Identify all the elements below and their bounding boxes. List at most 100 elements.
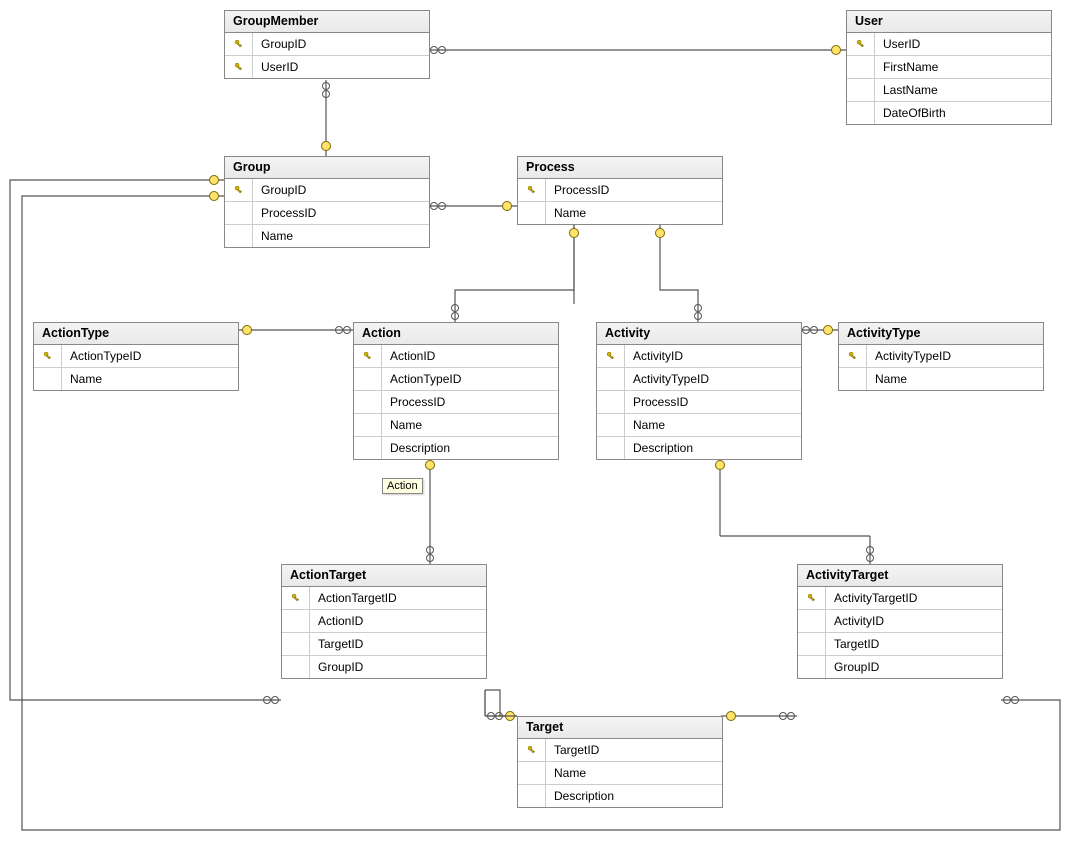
column-row[interactable]: GroupID xyxy=(798,656,1002,678)
column-row[interactable]: TargetID xyxy=(518,739,722,762)
entity-group[interactable]: GroupGroupID ProcessID Name xyxy=(224,156,430,248)
entity-title[interactable]: ActivityType xyxy=(839,323,1043,345)
entity-title[interactable]: Group xyxy=(225,157,429,179)
key-cell-empty xyxy=(225,202,253,224)
key-cell-empty xyxy=(282,633,310,655)
column-row[interactable]: DateOfBirth xyxy=(847,102,1051,124)
column-row[interactable]: FirstName xyxy=(847,56,1051,79)
key-cell-empty xyxy=(839,368,867,390)
entity-title[interactable]: ActivityTarget xyxy=(798,565,1002,587)
column-row[interactable]: Name xyxy=(225,225,429,247)
column-name: ActivityID xyxy=(625,349,683,363)
column-row[interactable]: ProcessID xyxy=(354,391,558,414)
column-name: Description xyxy=(382,441,450,455)
column-name: ActionTargetID xyxy=(310,591,397,605)
column-row[interactable]: Description xyxy=(597,437,801,459)
column-row[interactable]: GroupID xyxy=(225,33,429,56)
entity-actiontype[interactable]: ActionTypeActionTypeIDName xyxy=(33,322,239,391)
er-diagram-canvas[interactable]: Action GroupMemberGroupIDUserIDUserUserI… xyxy=(0,0,1092,845)
column-name: ProcessID xyxy=(625,395,688,409)
key-cell-empty xyxy=(282,656,310,678)
key-cell-empty xyxy=(225,225,253,247)
column-row[interactable]: ActivityTargetID xyxy=(798,587,1002,610)
column-name: ProcessID xyxy=(253,206,316,220)
key-cell-empty xyxy=(354,437,382,459)
key-cell-empty xyxy=(798,610,826,632)
key-cell-empty xyxy=(597,368,625,390)
key-cell-empty xyxy=(597,414,625,436)
entity-process[interactable]: ProcessProcessID Name xyxy=(517,156,723,225)
key-cell-empty xyxy=(354,414,382,436)
entity-activitytype[interactable]: ActivityTypeActivityTypeIDName xyxy=(838,322,1044,391)
column-row[interactable]: GroupID xyxy=(225,179,429,202)
column-row[interactable]: ProcessID xyxy=(225,202,429,225)
entity-activitytarget[interactable]: ActivityTarget ActivityTargetID ActivityID… xyxy=(797,564,1003,679)
entity-title[interactable]: ActionType xyxy=(34,323,238,345)
column-row[interactable]: ActionTargetID xyxy=(282,587,486,610)
entity-title[interactable]: GroupMember xyxy=(225,11,429,33)
column-row[interactable]: GroupID xyxy=(282,656,486,678)
column-row[interactable]: Description xyxy=(518,785,722,807)
key-cell-empty xyxy=(847,79,875,101)
column-name: TargetID xyxy=(826,637,879,651)
column-row[interactable]: ActivityID xyxy=(597,345,801,368)
key-cell-empty xyxy=(798,656,826,678)
column-row[interactable]: ActionID xyxy=(354,345,558,368)
column-row[interactable]: Name xyxy=(354,414,558,437)
primary-key-icon xyxy=(225,179,253,201)
key-cell-empty xyxy=(518,762,546,784)
entity-actiontarget[interactable]: ActionTarget ActionTargetID ActionID Target… xyxy=(281,564,487,679)
entity-groupmember[interactable]: GroupMemberGroupID UserID xyxy=(224,10,430,79)
column-name: TargetID xyxy=(310,637,363,651)
entity-title[interactable]: Action xyxy=(354,323,558,345)
entity-title[interactable]: Target xyxy=(518,717,722,739)
primary-key-icon xyxy=(839,345,867,367)
primary-key-icon xyxy=(225,56,253,78)
column-row[interactable]: Name xyxy=(839,368,1043,390)
column-row[interactable]: Name xyxy=(597,414,801,437)
column-name: ActivityTargetID xyxy=(826,591,917,605)
column-row[interactable]: ActionTypeID xyxy=(34,345,238,368)
column-name: ActionID xyxy=(310,614,363,628)
entity-user[interactable]: User UserID FirstNameLastName DateOfBirth xyxy=(846,10,1052,125)
primary-key-icon xyxy=(847,33,875,55)
column-name: UserID xyxy=(253,60,298,74)
column-name: DateOfBirth xyxy=(875,106,946,120)
column-name: UserID xyxy=(875,37,920,51)
key-cell-empty xyxy=(798,633,826,655)
column-row[interactable]: UserID xyxy=(225,56,429,78)
column-name: Name xyxy=(382,418,422,432)
column-row[interactable]: Description xyxy=(354,437,558,459)
column-name: ActivityTypeID xyxy=(625,372,709,386)
column-row[interactable]: ActionTypeID xyxy=(354,368,558,391)
column-row[interactable]: ProcessID xyxy=(597,391,801,414)
column-name: ProcessID xyxy=(382,395,445,409)
column-row[interactable]: TargetID xyxy=(798,633,1002,656)
entity-activity[interactable]: Activity ActivityID ActivityTypeID ProcessI… xyxy=(596,322,802,460)
entity-target[interactable]: TargetTargetIDName Description xyxy=(517,716,723,808)
column-row[interactable]: ActionID xyxy=(282,610,486,633)
column-name: Name xyxy=(546,206,586,220)
column-row[interactable]: Name xyxy=(518,762,722,785)
entity-action[interactable]: ActionActionIDActionTypeID ProcessID Name D… xyxy=(353,322,559,460)
column-row[interactable]: ActivityTypeID xyxy=(839,345,1043,368)
column-row[interactable]: UserID xyxy=(847,33,1051,56)
entity-title[interactable]: Activity xyxy=(597,323,801,345)
column-row[interactable]: ProcessID xyxy=(518,179,722,202)
key-cell-empty xyxy=(518,202,546,224)
entity-title[interactable]: Process xyxy=(518,157,722,179)
entity-title[interactable]: User xyxy=(847,11,1051,33)
entity-title[interactable]: ActionTarget xyxy=(282,565,486,587)
key-cell-empty xyxy=(282,610,310,632)
column-row[interactable]: Name xyxy=(518,202,722,224)
column-row[interactable]: TargetID xyxy=(282,633,486,656)
column-row[interactable]: ActivityTypeID xyxy=(597,368,801,391)
tooltip: Action xyxy=(382,478,423,494)
column-name: Description xyxy=(546,789,614,803)
key-cell-empty xyxy=(847,102,875,124)
key-cell-empty xyxy=(354,391,382,413)
column-row[interactable]: Name xyxy=(34,368,238,390)
column-name: Description xyxy=(625,441,693,455)
column-row[interactable]: ActivityID xyxy=(798,610,1002,633)
column-row[interactable]: LastName xyxy=(847,79,1051,102)
